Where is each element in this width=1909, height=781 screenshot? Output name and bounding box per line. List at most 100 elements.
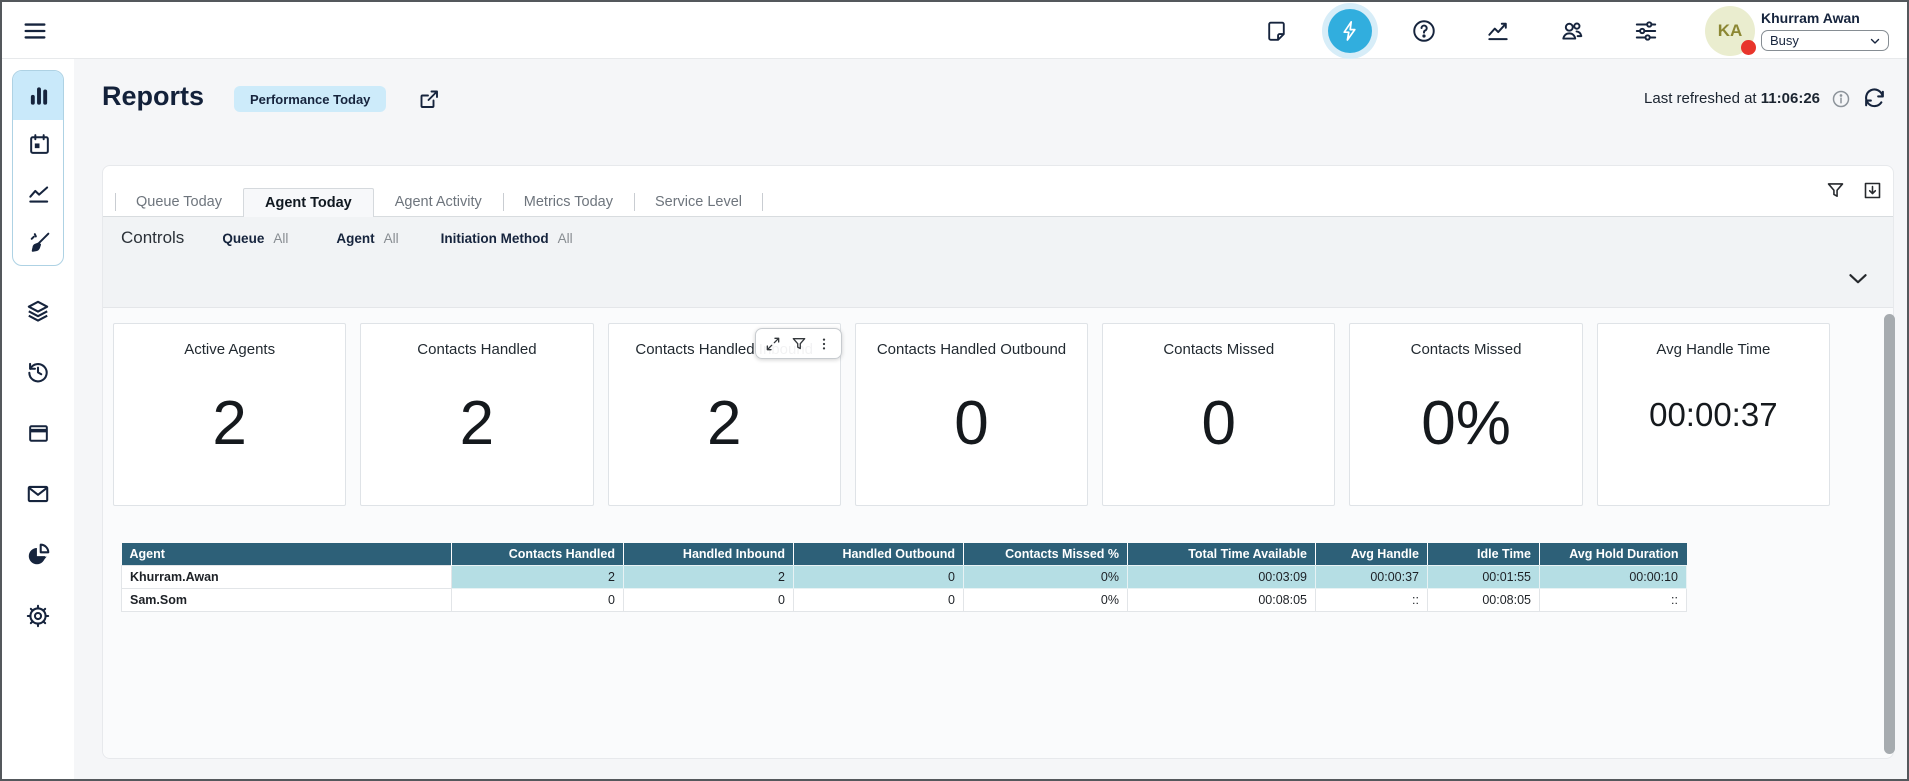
hamburger-icon [21, 17, 49, 45]
tab-agent-today[interactable]: Agent Today [243, 188, 374, 217]
help-icon [1411, 18, 1437, 44]
cell-value: 00:03:09 [1128, 565, 1316, 588]
chevron-down-icon [1868, 34, 1882, 48]
sidebar-item-window[interactable] [12, 409, 64, 457]
filter-icon[interactable] [791, 336, 807, 352]
main-area: Reports Performance Today Last refreshed… [74, 59, 1907, 779]
notes-button[interactable] [1254, 9, 1298, 53]
col-agent: Agent [122, 543, 452, 565]
sidebar-item-mail[interactable] [12, 470, 64, 518]
metric-card-title: Active Agents [184, 341, 275, 358]
metric-card-contacts-handled-outbound: Contacts Handled Outbound 0 [855, 323, 1088, 506]
cell-value: 00:08:05 [1428, 588, 1540, 611]
metric-cards-row: Active Agents 2 Contacts Handled 2 Conta… [113, 323, 1830, 506]
status-select[interactable]: Busy [1761, 30, 1889, 51]
app-window: KA Khurram Awan Busy [0, 0, 1909, 781]
col-idle-time: Idle Time [1428, 543, 1540, 565]
filter-initiation-method[interactable]: Initiation Method All [441, 231, 573, 246]
help-button[interactable] [1402, 9, 1446, 53]
cell-agent: Khurram.Awan [122, 565, 452, 588]
bar-chart-icon [26, 83, 52, 109]
metric-card-value: 2 [114, 388, 345, 459]
filter-queue[interactable]: Queue All [222, 231, 288, 246]
brush-icon [27, 230, 52, 255]
page-title: Reports [102, 81, 204, 112]
filter-agent-label: Agent [336, 231, 374, 246]
col-avg-hold-duration: Avg Hold Duration [1540, 543, 1687, 565]
line-chart-icon [26, 181, 52, 207]
metric-card-value: 2 [361, 388, 592, 459]
refresh-button[interactable] [1862, 86, 1887, 111]
col-contacts-missed-pct: Contacts Missed % [964, 543, 1128, 565]
sidebar-item-layers[interactable] [12, 287, 64, 335]
metrics-button[interactable] [1476, 9, 1520, 53]
top-bar: KA Khurram Awan Busy [2, 2, 1907, 59]
sidebar-item-bar-chart[interactable] [13, 71, 64, 120]
download-button[interactable] [1862, 180, 1883, 201]
sidebar-item-calendar[interactable] [13, 120, 64, 169]
sidebar-item-line-chart[interactable] [13, 169, 64, 218]
metric-card-title: Contacts Missed [1411, 341, 1522, 358]
status-value: Busy [1770, 33, 1868, 48]
sliders-icon [1633, 18, 1659, 44]
history-icon [25, 359, 51, 385]
cell-value: 2 [624, 565, 794, 588]
layers-icon [25, 298, 51, 324]
tab-metrics-today[interactable]: Metrics Today [503, 188, 634, 216]
cell-value: 0 [794, 588, 964, 611]
controls-bar: Controls Queue All Agent All Initiation … [103, 216, 1893, 308]
gear-icon [25, 603, 51, 629]
sliders-button[interactable] [1624, 9, 1668, 53]
metric-card-contacts-missed: Contacts Missed 0 [1102, 323, 1335, 506]
table-row: Khurram.Awan 2 2 0 0% 00:03:09 00:00:37 … [122, 565, 1687, 588]
hamburger-menu-button[interactable] [19, 15, 51, 47]
card-hover-toolbar [755, 328, 842, 359]
col-avg-handle: Avg Handle [1316, 543, 1428, 565]
window-icon [26, 421, 51, 446]
tab-agent-activity[interactable]: Agent Activity [374, 188, 503, 216]
open-in-new-window-button[interactable] [416, 86, 442, 112]
last-refreshed-group: Last refreshed at 11:06:26 [1644, 86, 1887, 111]
calendar-icon [27, 132, 52, 157]
metric-card-value: 2 [609, 388, 840, 459]
filter-agent-value: All [384, 231, 399, 246]
filter-button[interactable] [1825, 180, 1846, 201]
user-meta: Khurram Awan Busy [1761, 10, 1893, 51]
info-icon[interactable] [1831, 89, 1851, 109]
agent-table: Agent Contacts Handled Handled Inbound H… [121, 543, 1687, 612]
sidebar-item-pie-chart[interactable] [12, 531, 64, 579]
col-total-time-available: Total Time Available [1128, 543, 1316, 565]
filter-queue-value: All [273, 231, 288, 246]
sidebar-reports-group [12, 70, 64, 266]
collapse-controls-button[interactable] [1845, 266, 1871, 292]
tab-service-level[interactable]: Service Level [634, 188, 763, 216]
contacts-button[interactable] [1550, 9, 1594, 53]
metric-card-avg-handle-time: Avg Handle Time 00:00:37 [1597, 323, 1830, 506]
sidebar-item-settings[interactable] [12, 592, 64, 640]
tab-queue-today[interactable]: Queue Today [115, 188, 243, 216]
cell-value: 0 [794, 565, 964, 588]
metric-card-value: 0% [1350, 388, 1581, 459]
cell-value: :: [1316, 588, 1428, 611]
status-dot [1741, 40, 1756, 55]
cell-value: 0 [452, 588, 624, 611]
cell-value: 00:00:37 [1316, 565, 1428, 588]
metrics-icon [1485, 18, 1511, 44]
cell-value: 0 [624, 588, 794, 611]
last-refreshed-time: 11:06:26 [1761, 90, 1820, 107]
col-handled-inbound: Handled Inbound [624, 543, 794, 565]
sidebar-item-history[interactable] [12, 348, 64, 396]
boost-button[interactable] [1328, 9, 1372, 53]
metric-card-value: 0 [856, 388, 1087, 459]
user-name: Khurram Awan [1761, 10, 1893, 26]
metric-card-title: Contacts Handled [417, 341, 536, 358]
expand-icon[interactable] [765, 336, 781, 352]
sidebar-item-brush[interactable] [13, 218, 64, 266]
notes-icon [1264, 19, 1289, 44]
vertical-scrollbar-thumb[interactable] [1884, 314, 1895, 754]
cell-value: 0% [964, 565, 1128, 588]
filter-agent[interactable]: Agent All [336, 231, 398, 246]
user-avatar[interactable]: KA [1705, 6, 1755, 56]
metric-card-value: 00:00:37 [1598, 396, 1829, 434]
kebab-icon[interactable] [816, 336, 832, 352]
